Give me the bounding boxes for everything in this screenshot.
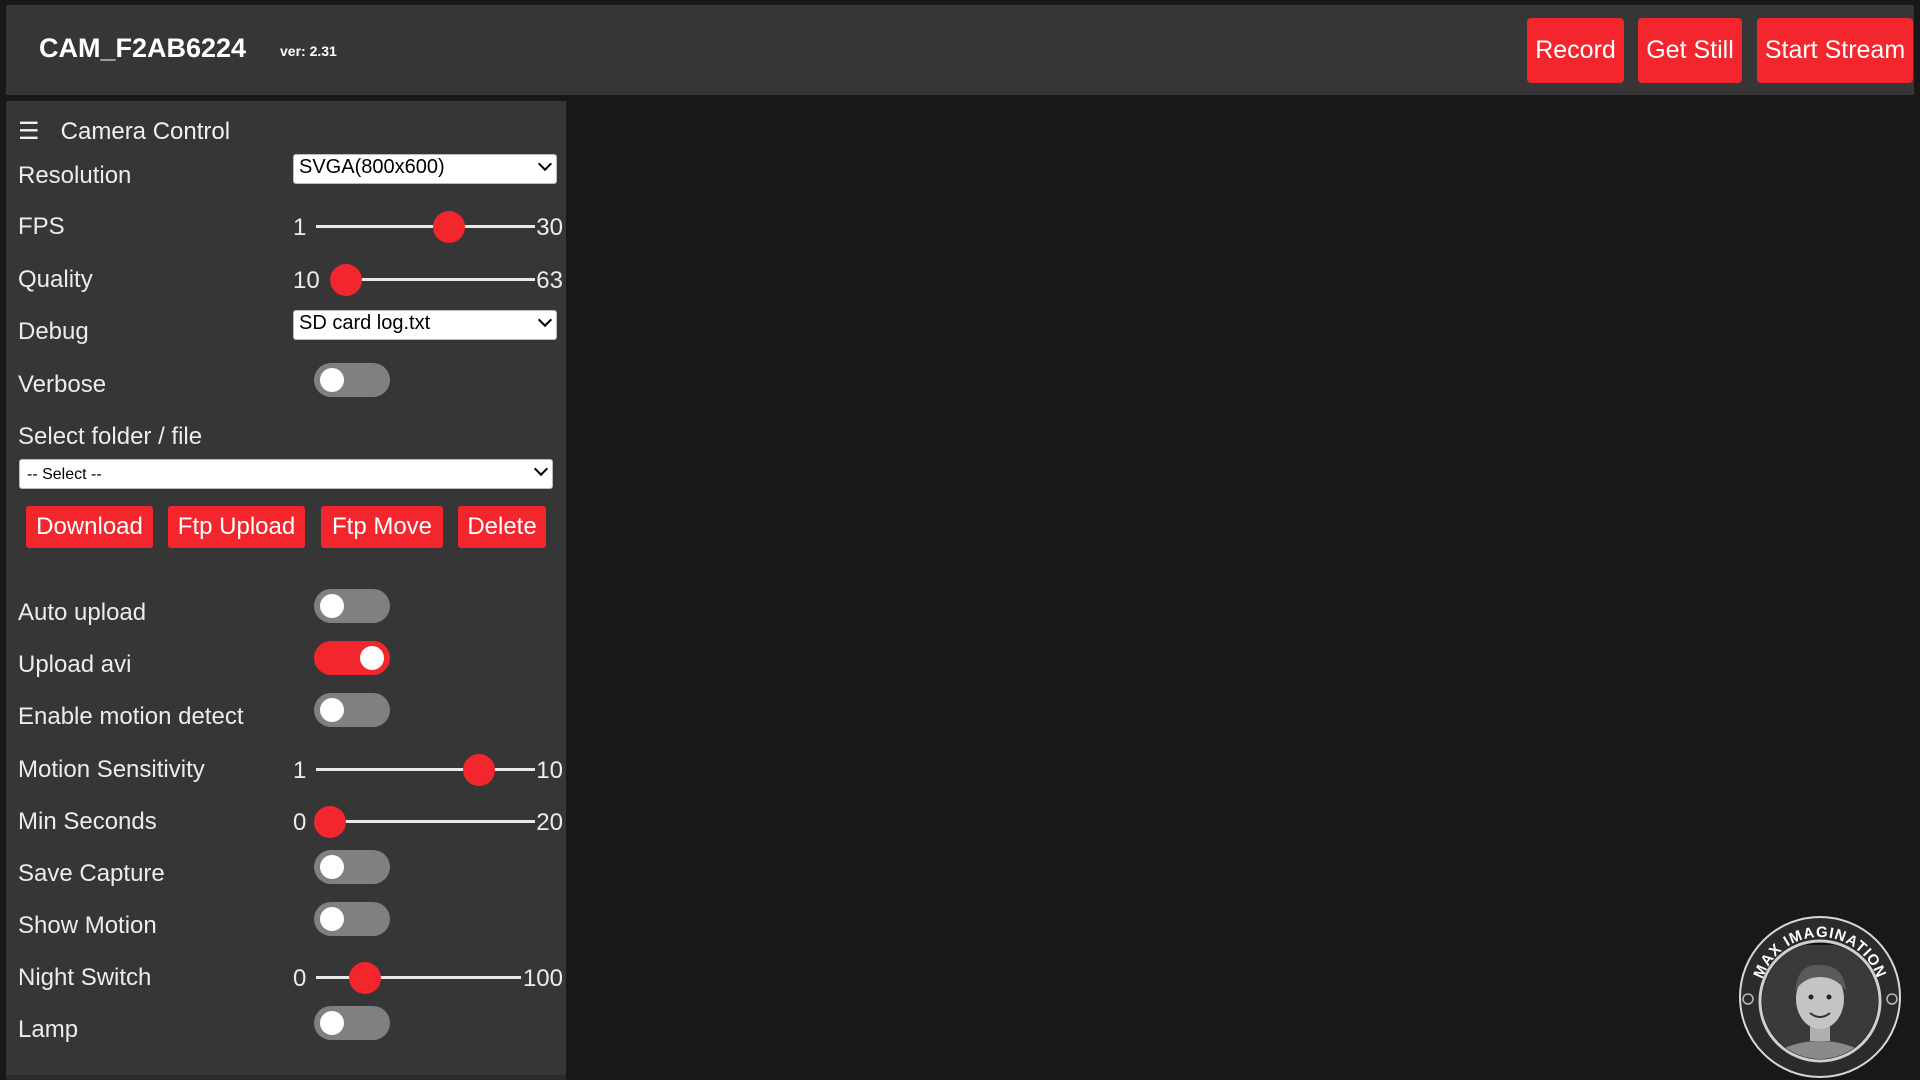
verbose-row: Verbose — [18, 363, 558, 403]
debug-value: SD card log.txt — [299, 312, 431, 334]
quality-slider[interactable]: 10 63 — [293, 258, 563, 298]
min-seconds-slider[interactable]: 0 20 — [293, 800, 563, 840]
folder-label: Select folder / file — [18, 423, 203, 450]
top-bar: CAM_F2AB6224 ver: 2.31 Record Get Still … — [6, 5, 1914, 95]
toggle-knob — [320, 855, 344, 879]
delete-button[interactable]: Delete — [458, 506, 546, 548]
save-capture-label: Save Capture — [18, 860, 165, 887]
show-motion-row: Show Motion — [18, 902, 558, 944]
quality-label: Quality — [18, 266, 93, 293]
quality-row: Quality 10 63 — [18, 258, 563, 298]
camera-control-panel: ☰ Camera Control Resolution SVGA(800x600… — [6, 101, 566, 1075]
slider-track[interactable] — [316, 976, 521, 979]
motion-sensitivity-row: Motion Sensitivity 1 10 — [18, 748, 563, 788]
lamp-row: Lamp — [18, 1006, 558, 1048]
panel-header[interactable]: ☰ Camera Control — [18, 117, 230, 146]
folder-file-select[interactable]: -- Select -- — [19, 459, 553, 489]
slider-thumb[interactable] — [349, 962, 382, 994]
slider-track[interactable] — [332, 278, 535, 281]
upload-avi-toggle[interactable] — [314, 641, 390, 675]
min-seconds-label: Min Seconds — [18, 808, 157, 835]
slider-min: 10 — [293, 267, 320, 294]
chevron-down-icon — [533, 461, 549, 477]
motion-sensitivity-slider[interactable]: 1 10 — [293, 748, 563, 788]
fps-row: FPS 1 30 — [18, 205, 563, 245]
toggle-knob — [320, 1011, 344, 1035]
slider-max: 63 — [536, 267, 563, 294]
motion-sensitivity-label: Motion Sensitivity — [18, 756, 205, 783]
motion-detect-row: Enable motion detect — [18, 693, 558, 735]
resolution-label: Resolution — [18, 162, 132, 189]
fps-label: FPS — [18, 213, 65, 240]
download-button[interactable]: Download — [26, 506, 153, 548]
motion-detect-label: Enable motion detect — [18, 703, 244, 730]
motion-detect-toggle[interactable] — [314, 693, 390, 727]
toggle-knob — [360, 646, 384, 670]
folder-row: Select folder / file — [18, 415, 558, 455]
toggle-knob — [320, 594, 344, 618]
slider-track[interactable] — [316, 820, 535, 823]
resolution-select[interactable]: SVGA(800x600) — [293, 154, 557, 184]
toggle-knob — [320, 907, 344, 931]
chevron-down-icon — [537, 312, 553, 328]
slider-min: 1 — [293, 757, 307, 784]
debug-label: Debug — [18, 318, 89, 345]
verbose-toggle[interactable] — [314, 363, 390, 397]
upload-avi-label: Upload avi — [18, 651, 132, 678]
resolution-row: Resolution SVGA(800x600) — [18, 154, 558, 194]
fps-slider[interactable]: 1 30 — [293, 205, 563, 245]
slider-thumb[interactable] — [462, 754, 495, 786]
min-seconds-row: Min Seconds 0 20 — [18, 800, 563, 840]
show-motion-toggle[interactable] — [314, 902, 390, 936]
auto-upload-label: Auto upload — [18, 599, 147, 626]
night-switch-row: Night Switch 0 100 — [18, 956, 563, 996]
upload-avi-row: Upload avi — [18, 641, 558, 683]
slider-thumb[interactable] — [432, 211, 465, 243]
lamp-toggle[interactable] — [314, 1006, 390, 1040]
auto-upload-toggle[interactable] — [314, 589, 390, 623]
slider-min: 0 — [293, 965, 307, 992]
verbose-label: Verbose — [18, 371, 107, 398]
slider-thumb[interactable] — [330, 264, 362, 296]
ftp-move-button[interactable]: Ftp Move — [321, 506, 443, 548]
menu-icon[interactable]: ☰ — [18, 117, 40, 146]
show-motion-label: Show Motion — [18, 912, 157, 939]
slider-track[interactable] — [316, 768, 535, 771]
panel-title: Camera Control — [60, 118, 231, 145]
slider-min: 1 — [293, 214, 307, 241]
save-capture-row: Save Capture — [18, 850, 558, 892]
record-button[interactable]: Record — [1527, 18, 1624, 83]
max-imagination-logo: MAX IMAGINATION — [1739, 916, 1901, 1078]
toggle-knob — [320, 368, 344, 392]
slider-min: 0 — [293, 809, 307, 836]
slider-max: 100 — [522, 965, 563, 992]
night-switch-slider[interactable]: 0 100 — [293, 956, 563, 996]
chevron-down-icon — [537, 156, 553, 172]
camera-name: CAM_F2AB6224 — [39, 33, 247, 63]
start-stream-button[interactable]: Start Stream — [1757, 18, 1913, 83]
slider-max: 10 — [536, 757, 563, 784]
ftp-upload-button[interactable]: Ftp Upload — [168, 506, 305, 548]
toggle-knob — [320, 698, 344, 722]
panel-bottom-edge — [6, 1075, 566, 1080]
resolution-value: SVGA(800x600) — [299, 156, 445, 178]
get-still-button[interactable]: Get Still — [1638, 18, 1742, 83]
lamp-label: Lamp — [18, 1016, 79, 1043]
save-capture-toggle[interactable] — [314, 850, 390, 884]
auto-upload-row: Auto upload — [18, 589, 558, 631]
night-switch-label: Night Switch — [18, 964, 152, 991]
slider-max: 20 — [536, 809, 563, 836]
slider-track[interactable] — [316, 225, 535, 228]
slider-max: 30 — [536, 214, 563, 241]
debug-select[interactable]: SD card log.txt — [293, 310, 557, 340]
version-label: ver: 2.31 — [280, 43, 337, 59]
debug-row: Debug SD card log.txt — [18, 310, 558, 350]
slider-thumb[interactable] — [314, 806, 346, 838]
folder-select-value: -- Select -- — [27, 466, 102, 483]
